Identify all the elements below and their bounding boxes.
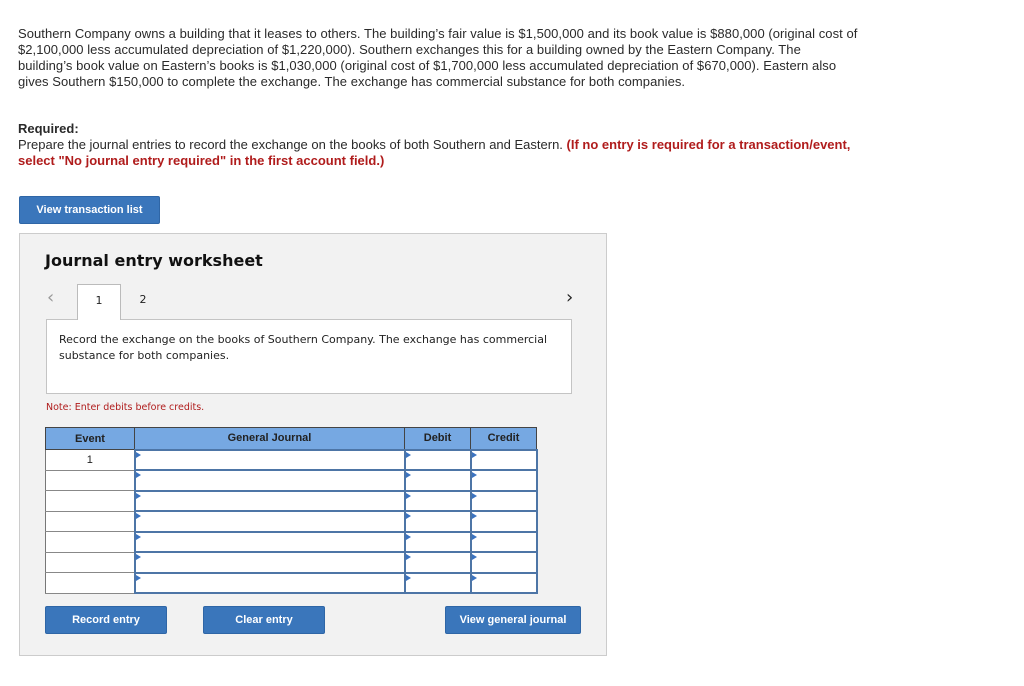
event-cell — [45, 490, 135, 512]
record-entry-button[interactable]: Record entry — [45, 606, 167, 634]
header-general-journal: General Journal — [134, 427, 405, 450]
debit-input[interactable] — [403, 510, 472, 533]
credit-input[interactable] — [469, 551, 538, 574]
table-row — [45, 530, 538, 553]
header-credit: Credit — [470, 427, 537, 450]
table-row — [45, 469, 538, 492]
credit-input[interactable] — [469, 448, 538, 471]
chevron-right-icon[interactable]: › — [566, 287, 573, 308]
account-input[interactable] — [133, 510, 406, 533]
table-row: 1 — [45, 448, 538, 471]
debits-note: Note: Enter debits before credits. — [46, 402, 205, 413]
header-event: Event — [45, 427, 135, 450]
event-cell — [45, 552, 135, 573]
journal-entry-worksheet: Journal entry worksheet ‹ 1 2 › Record t… — [19, 233, 607, 656]
required-section: Required: Prepare the journal entries to… — [18, 121, 858, 169]
debit-input[interactable] — [403, 489, 472, 512]
table-row — [45, 571, 538, 594]
journal-table: Event General Journal Debit Credit 1 — [45, 427, 538, 594]
table-header-row: Event General Journal Debit Credit — [45, 427, 537, 450]
credit-input[interactable] — [469, 530, 538, 553]
header-debit: Debit — [404, 427, 471, 450]
required-instruction: Prepare the journal entries to record th… — [18, 137, 567, 152]
tab-entry-2[interactable]: 2 — [121, 284, 165, 320]
chevron-left-icon[interactable]: ‹ — [47, 287, 54, 308]
view-transaction-list-button[interactable]: View transaction list — [19, 196, 160, 224]
required-label: Required: — [18, 121, 79, 136]
worksheet-title: Journal entry worksheet — [45, 251, 263, 270]
account-input[interactable] — [133, 448, 406, 471]
event-cell — [45, 470, 135, 491]
event-cell: 1 — [45, 449, 135, 471]
debit-input[interactable] — [403, 530, 472, 553]
table-row — [45, 551, 538, 574]
debit-input[interactable] — [403, 448, 472, 471]
event-cell — [45, 572, 135, 594]
account-input[interactable] — [133, 530, 406, 553]
credit-input[interactable] — [469, 571, 538, 594]
account-input[interactable] — [133, 469, 406, 492]
credit-input[interactable] — [469, 510, 538, 533]
account-input[interactable] — [133, 551, 406, 574]
debit-input[interactable] — [403, 469, 472, 492]
entry-description: Record the exchange on the books of Sout… — [46, 319, 572, 394]
debit-input[interactable] — [403, 551, 472, 574]
table-row — [45, 489, 538, 512]
clear-entry-button[interactable]: Clear entry — [203, 606, 325, 634]
table-row — [45, 510, 538, 533]
event-cell — [45, 511, 135, 532]
account-input[interactable] — [133, 571, 406, 594]
problem-statement: Southern Company owns a building that it… — [18, 26, 858, 89]
event-cell — [45, 531, 135, 553]
view-general-journal-button[interactable]: View general journal — [445, 606, 581, 634]
tab-entry-1[interactable]: 1 — [77, 284, 121, 320]
credit-input[interactable] — [469, 489, 538, 512]
debit-input[interactable] — [403, 571, 472, 594]
account-input[interactable] — [133, 489, 406, 512]
credit-input[interactable] — [469, 469, 538, 492]
